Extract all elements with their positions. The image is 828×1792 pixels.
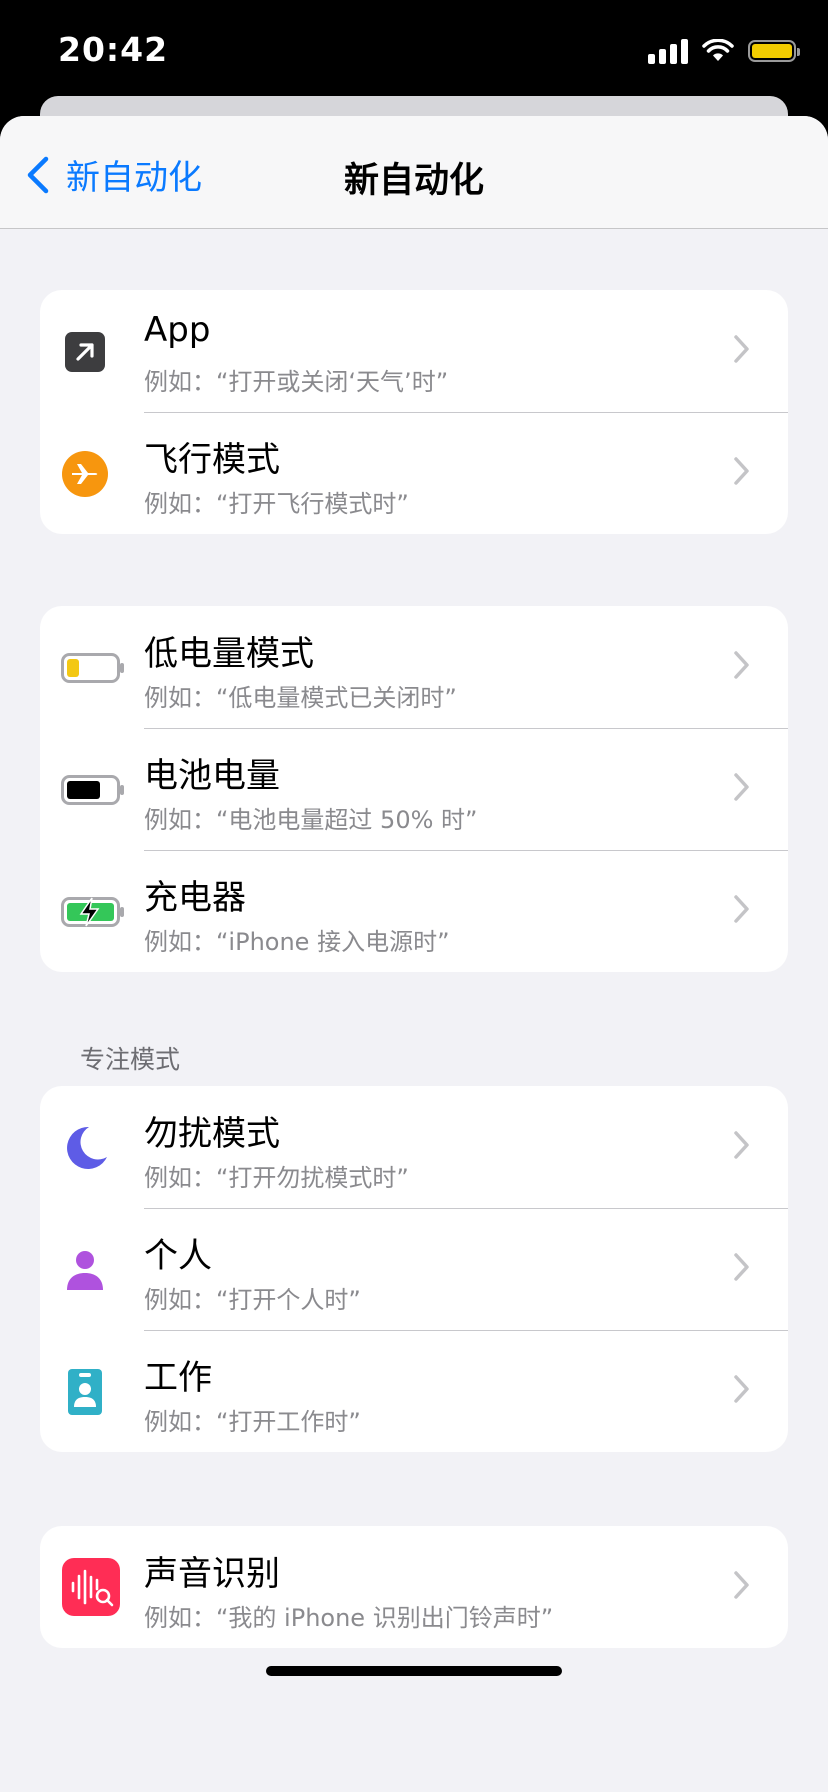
chevron-right-icon bbox=[734, 651, 749, 679]
status-bar: 20:42 bbox=[0, 0, 828, 110]
wifi-icon bbox=[702, 39, 734, 61]
charger-icon bbox=[60, 884, 126, 940]
row-subtitle: 例如：“打开或关闭‘天气’时” bbox=[144, 368, 449, 396]
group-general: App 例如：“打开或关闭‘天气’时” 飞行模式 例如：“打开飞行模式时” bbox=[40, 290, 788, 534]
row-subtitle: 例如：“低电量模式已关闭时” bbox=[144, 684, 457, 712]
row-title: 个人 bbox=[144, 1236, 212, 1276]
row-title: 充电器 bbox=[144, 878, 246, 918]
status-icons bbox=[648, 34, 800, 68]
group-battery: 低电量模式 例如：“低电量模式已关闭时” 电池电量 例如：“电池电量超过 50%… bbox=[40, 606, 788, 972]
row-title: 工作 bbox=[144, 1358, 212, 1398]
group-sound: 声音识别 例如：“我的 iPhone 识别出门铃声时” bbox=[40, 1526, 788, 1648]
chevron-right-icon bbox=[734, 1375, 749, 1403]
row-title: App bbox=[144, 310, 211, 350]
trigger-personal[interactable]: 个人 例如：“打开个人时” bbox=[40, 1208, 788, 1330]
trigger-sound-recognition[interactable]: 声音识别 例如：“我的 iPhone 识别出门铃声时” bbox=[40, 1526, 788, 1648]
chevron-right-icon bbox=[734, 1131, 749, 1159]
back-button[interactable]: 新自动化 bbox=[24, 150, 202, 199]
chevron-right-icon bbox=[734, 895, 749, 923]
trigger-battery-level[interactable]: 电池电量 例如：“电池电量超过 50% 时” bbox=[40, 728, 788, 850]
row-subtitle: 例如：“打开飞行模式时” bbox=[144, 490, 409, 518]
chevron-right-icon bbox=[734, 457, 749, 485]
navigation-bar: 新自动化 新自动化 bbox=[0, 116, 828, 229]
status-time: 20:42 bbox=[58, 30, 169, 69]
group-focus: 勿扰模式 例如：“打开勿扰模式时” 个人 例如：“打开个人时” 工作 例如：“打… bbox=[40, 1086, 788, 1452]
cellular-signal-icon bbox=[648, 38, 688, 64]
trigger-app[interactable]: App 例如：“打开或关闭‘天气’时” bbox=[40, 290, 788, 412]
row-subtitle: 例如：“iPhone 接入电源时” bbox=[144, 928, 450, 956]
row-title: 声音识别 bbox=[144, 1554, 280, 1594]
trigger-do-not-disturb[interactable]: 勿扰模式 例如：“打开勿扰模式时” bbox=[40, 1086, 788, 1208]
airplane-icon bbox=[57, 446, 113, 502]
section-header-focus: 专注模式 bbox=[80, 1045, 181, 1074]
chevron-left-icon bbox=[27, 156, 49, 193]
row-title: 飞行模式 bbox=[144, 440, 280, 480]
low-battery-icon bbox=[60, 640, 126, 696]
row-title: 电池电量 bbox=[144, 756, 280, 796]
row-title: 勿扰模式 bbox=[144, 1114, 280, 1154]
chevron-right-icon bbox=[734, 1571, 749, 1599]
trigger-airplane-mode[interactable]: 飞行模式 例如：“打开飞行模式时” bbox=[40, 412, 788, 534]
trigger-work[interactable]: 工作 例如：“打开工作时” bbox=[40, 1330, 788, 1452]
person-icon bbox=[57, 1242, 113, 1298]
chevron-right-icon bbox=[734, 335, 749, 363]
row-subtitle: 例如：“我的 iPhone 识别出门铃声时” bbox=[144, 1604, 554, 1632]
chevron-right-icon bbox=[734, 1253, 749, 1281]
trigger-low-power-mode[interactable]: 低电量模式 例如：“低电量模式已关闭时” bbox=[40, 606, 788, 728]
row-title: 低电量模式 bbox=[144, 634, 314, 674]
work-badge-icon bbox=[57, 1364, 113, 1420]
battery-status-icon bbox=[748, 40, 800, 62]
row-subtitle: 例如：“打开个人时” bbox=[144, 1286, 361, 1314]
trigger-charger[interactable]: 充电器 例如：“iPhone 接入电源时” bbox=[40, 850, 788, 972]
row-subtitle: 例如：“打开勿扰模式时” bbox=[144, 1164, 409, 1192]
sound-recognition-icon bbox=[62, 1558, 120, 1616]
moon-icon bbox=[57, 1120, 113, 1176]
home-indicator bbox=[266, 1666, 562, 1676]
row-subtitle: 例如：“打开工作时” bbox=[144, 1408, 361, 1436]
back-label: 新自动化 bbox=[66, 158, 202, 198]
app-arrow-icon bbox=[57, 324, 113, 380]
chevron-right-icon bbox=[734, 773, 749, 801]
battery-level-icon bbox=[60, 762, 126, 818]
row-subtitle: 例如：“电池电量超过 50% 时” bbox=[144, 806, 478, 834]
